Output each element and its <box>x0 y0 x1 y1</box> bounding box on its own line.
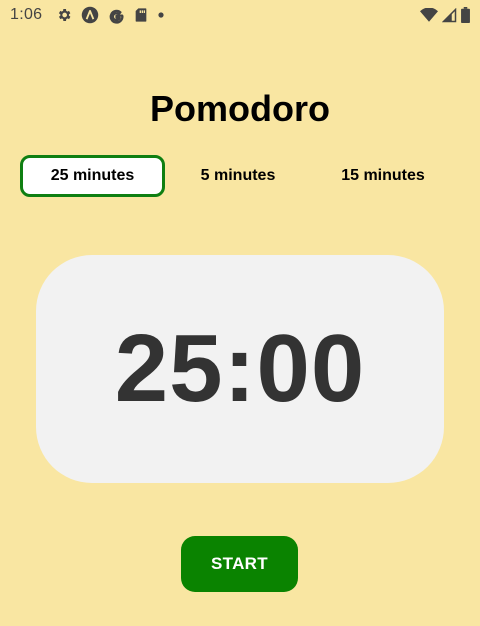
start-button[interactable]: START <box>181 536 298 592</box>
tab-25-minutes[interactable]: 25 minutes <box>20 155 165 197</box>
signal-icon <box>442 7 457 23</box>
sd-card-icon <box>134 7 148 23</box>
a-circle-icon <box>81 6 99 24</box>
timer-display: 25:00 <box>114 315 366 422</box>
status-time: 1:06 <box>10 6 43 23</box>
status-icons-right <box>420 7 470 23</box>
mode-tabs: 25 minutes 5 minutes 15 minutes <box>20 155 460 197</box>
status-icons-left <box>56 6 165 24</box>
timer-card: 25:00 <box>36 255 444 483</box>
tab-15-minutes[interactable]: 15 minutes <box>311 155 455 197</box>
wifi-icon <box>420 8 438 22</box>
settings-icon <box>56 7 72 23</box>
status-bar: 1:06 <box>0 0 480 30</box>
page-title: Pomodoro <box>150 88 330 129</box>
battery-icon <box>461 7 470 23</box>
google-g-icon <box>108 7 125 24</box>
dot-icon <box>157 11 165 19</box>
tab-5-minutes[interactable]: 5 minutes <box>165 155 311 197</box>
